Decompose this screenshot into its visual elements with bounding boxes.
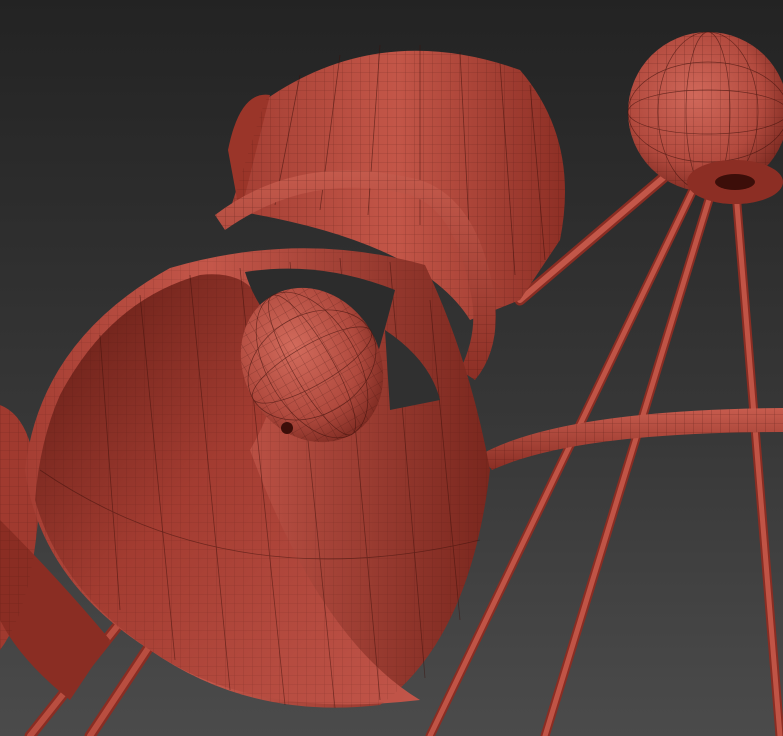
3d-viewport[interactable] xyxy=(0,0,783,736)
viewport-render xyxy=(0,0,783,736)
